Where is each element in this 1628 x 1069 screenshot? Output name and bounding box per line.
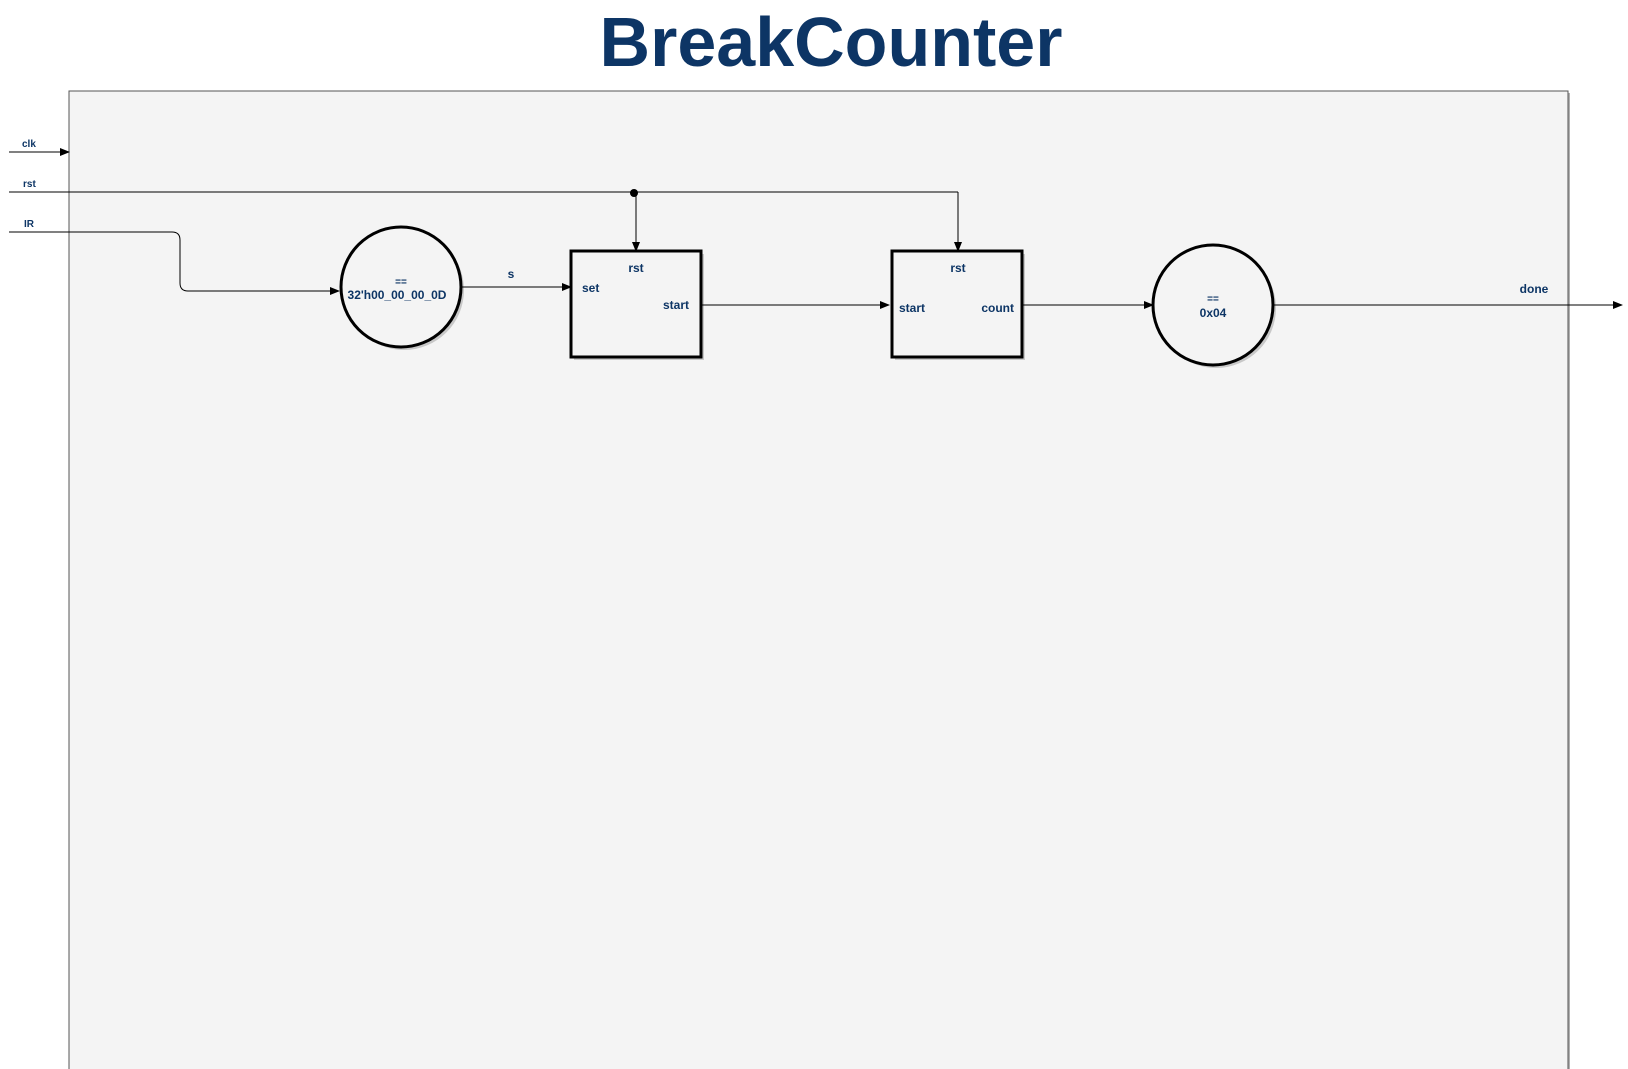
comparator-32h0d: == 32'h00_00_00_0D (339, 225, 464, 350)
counter-rst-port: rst (950, 261, 965, 275)
latch-start-port: start (663, 298, 689, 312)
done-label: done (1520, 282, 1549, 296)
diagram-title: BreakCounter (600, 3, 1063, 81)
comparator2-value: 0x04 (1200, 306, 1227, 320)
comparator2-op: == (1207, 294, 1219, 305)
input-clk: clk (9, 139, 70, 156)
latch-rst-port: rst (628, 261, 643, 275)
counter-count-port: count (981, 301, 1014, 315)
comparator-0x04: == 0x04 (1151, 243, 1276, 368)
clk-label: clk (22, 139, 36, 150)
latch-set-port: set (582, 281, 599, 295)
counter-block: rst start count (890, 249, 1025, 360)
ir-label: IR (24, 219, 35, 230)
counter-start-port: start (899, 301, 925, 315)
comparator1-value: 32'h00_00_00_0D (348, 288, 447, 302)
breakcounter-diagram: BreakCounter clk rst IR == 32'h00_00_00_… (9, 3, 1623, 1069)
comparator1-op: == (395, 277, 407, 288)
rst-input-label: rst (23, 179, 36, 190)
wire-s-label: s (508, 267, 515, 281)
latch-block: rst set start (569, 249, 704, 360)
module-frame (68, 90, 1570, 1069)
rst-junction-dot (630, 189, 638, 197)
